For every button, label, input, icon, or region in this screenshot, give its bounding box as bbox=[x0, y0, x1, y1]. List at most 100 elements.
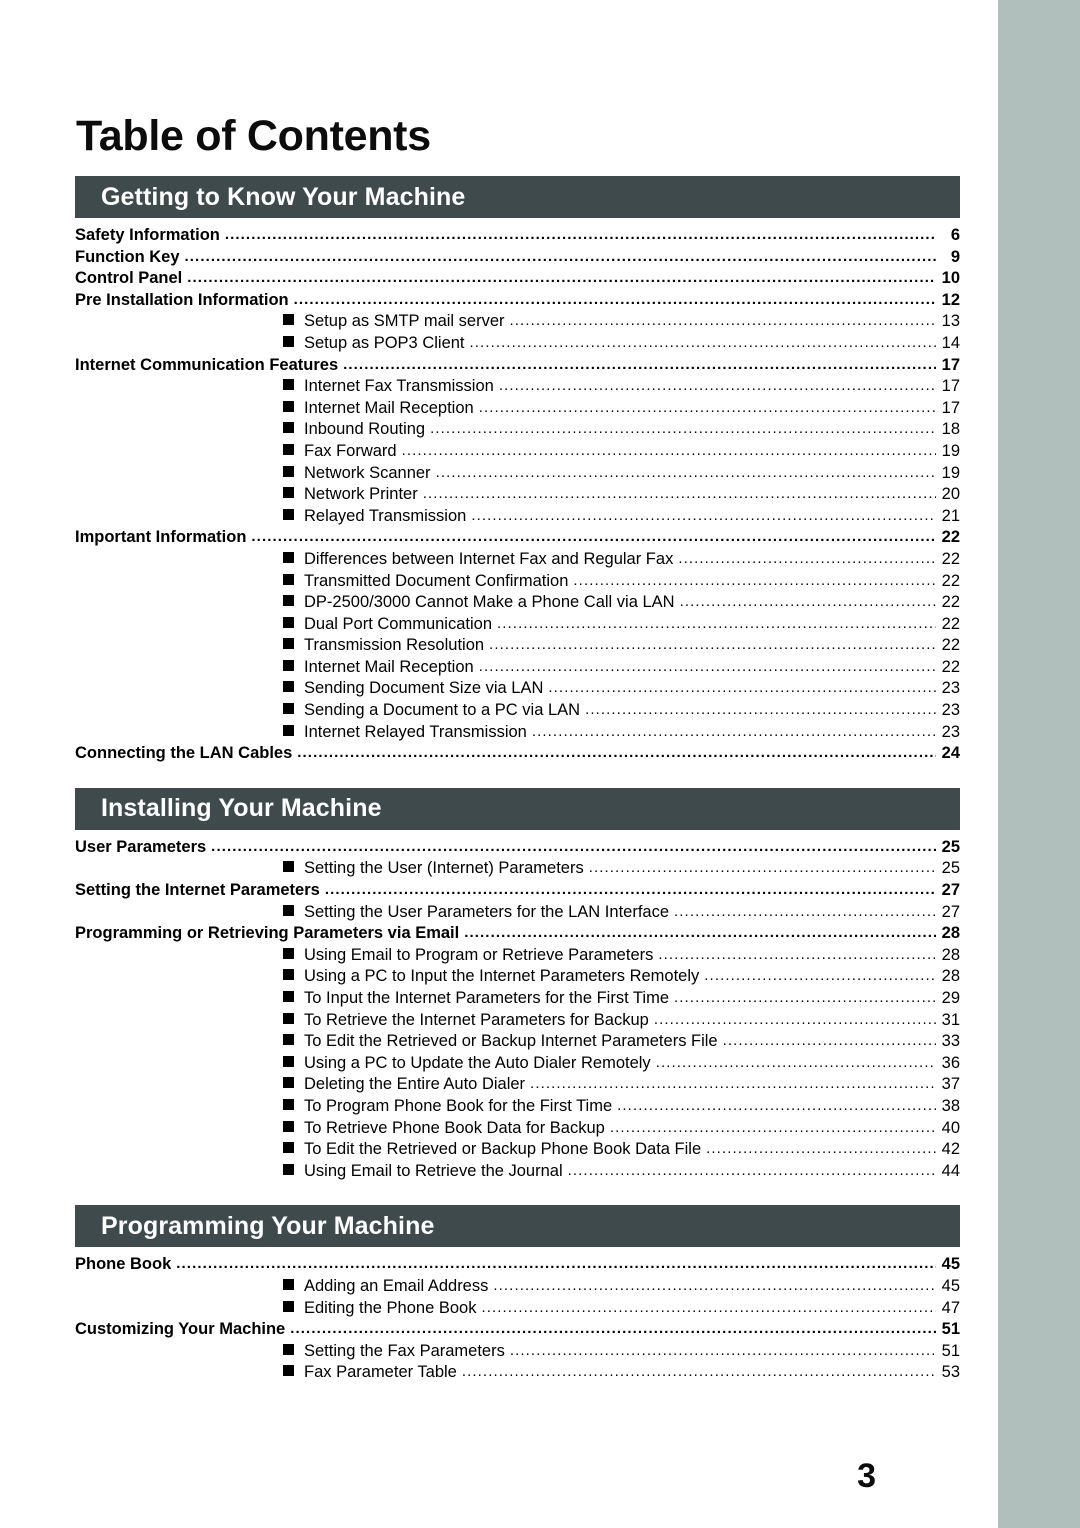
toc-entry[interactable]: Deleting the Entire Auto Dialer 37 bbox=[0, 1075, 998, 1097]
toc-entry-label: Fax Parameter Table bbox=[304, 1363, 457, 1382]
toc-entry[interactable]: Transmission Resolution 22 bbox=[0, 636, 998, 658]
toc-entry[interactable]: To Retrieve Phone Book Data for Backup 40 bbox=[0, 1119, 998, 1141]
toc-entry[interactable]: Adding an Email Address 45 bbox=[0, 1277, 998, 1299]
toc-entry-page-number: 10 bbox=[941, 269, 960, 288]
toc-entry[interactable]: Important Information 22 bbox=[0, 528, 998, 550]
square-bullet-icon bbox=[283, 1365, 294, 1377]
toc-entry[interactable]: Setting the Internet Parameters 27 bbox=[0, 881, 998, 903]
toc-entry[interactable]: Editing the Phone Book 47 bbox=[0, 1299, 998, 1321]
toc-entry-label: Programming or Retrieving Parameters via… bbox=[75, 924, 460, 943]
toc-entry-label: DP-2500/3000 Cannot Make a Phone Call vi… bbox=[304, 593, 675, 612]
toc-entry-page-number: 9 bbox=[950, 247, 960, 266]
toc-entry-label: Important Information bbox=[75, 528, 247, 547]
toc-entry[interactable]: Setup as POP3 Client 14 bbox=[0, 334, 998, 356]
dot-leader bbox=[723, 1032, 936, 1049]
toc-entry[interactable]: Network Printer 20 bbox=[0, 485, 998, 507]
dot-leader bbox=[479, 658, 936, 675]
dot-leader bbox=[680, 593, 936, 610]
toc-entry[interactable]: Control Panel 10 bbox=[0, 269, 998, 291]
dot-leader bbox=[481, 1299, 936, 1316]
dot-leader bbox=[654, 1011, 936, 1028]
toc-entry-page-number: 45 bbox=[941, 1276, 960, 1295]
toc-entry-label: Safety Information bbox=[75, 226, 220, 244]
toc-entry-page-number: 19 bbox=[941, 463, 960, 482]
dot-leader bbox=[464, 924, 936, 941]
toc-entry[interactable]: Pre Installation Information 12 bbox=[0, 291, 998, 313]
toc-entry-page-number: 28 bbox=[941, 945, 960, 964]
toc-entry-page-number: 22 bbox=[941, 636, 960, 655]
toc-entry[interactable]: Internet Mail Reception 22 bbox=[0, 658, 998, 680]
toc-entry-label: To Input the Internet Parameters for the… bbox=[304, 989, 669, 1007]
square-bullet-icon bbox=[283, 681, 294, 693]
toc-entry[interactable]: Using Email to Program or Retrieve Param… bbox=[0, 946, 998, 968]
section-title: Installing Your Machine bbox=[101, 794, 382, 823]
toc-entry[interactable]: Inbound Routing 18 bbox=[0, 420, 998, 442]
square-bullet-icon bbox=[283, 1300, 294, 1312]
toc-entry[interactable]: Transmitted Document Confirmation 22 bbox=[0, 572, 998, 594]
toc-entry[interactable]: Setup as SMTP mail server 13 bbox=[0, 312, 998, 334]
toc-entry-page-number: 37 bbox=[941, 1075, 960, 1094]
dot-leader bbox=[568, 1162, 936, 1179]
toc-entry[interactable]: To Retrieve the Internet Parameters for … bbox=[0, 1011, 998, 1033]
page-number: 3 bbox=[857, 1457, 876, 1495]
toc-entry[interactable]: Safety Information 6 bbox=[0, 226, 998, 248]
dot-leader bbox=[187, 269, 936, 286]
toc-entry[interactable]: DP-2500/3000 Cannot Make a Phone Call vi… bbox=[0, 593, 998, 615]
toc-entry[interactable]: Fax Forward 19 bbox=[0, 442, 998, 464]
toc-entry-page-number: 23 bbox=[941, 679, 960, 698]
toc-entry[interactable]: Programming or Retrieving Parameters via… bbox=[0, 924, 998, 946]
toc-entry[interactable]: Phone Book 45 bbox=[0, 1255, 998, 1277]
toc-entry-label: Phone Book bbox=[75, 1255, 172, 1274]
square-bullet-icon bbox=[283, 904, 294, 916]
toc-entry[interactable]: User Parameters 25 bbox=[0, 838, 998, 860]
toc-entry[interactable]: Internet Fax Transmission 17 bbox=[0, 377, 998, 399]
toc-entry-label: Deleting the Entire Auto Dialer bbox=[304, 1075, 526, 1094]
dot-leader bbox=[530, 1075, 936, 1092]
toc-entry[interactable]: Relayed Transmission 21 bbox=[0, 507, 998, 529]
toc-entry[interactable]: To Program Phone Book for the First Time… bbox=[0, 1097, 998, 1119]
toc-entry-page-number: 24 bbox=[941, 744, 960, 763]
toc-entry[interactable]: Sending a Document to a PC via LAN 23 bbox=[0, 701, 998, 723]
toc-entry-label: Sending Document Size via LAN bbox=[304, 679, 544, 698]
toc-entry[interactable]: Network Scanner 19 bbox=[0, 464, 998, 486]
toc-entry-page-number: 17 bbox=[941, 398, 960, 417]
toc-entry[interactable]: Customizing Your Machine 51 bbox=[0, 1320, 998, 1342]
dot-leader bbox=[656, 1054, 936, 1071]
toc-entry[interactable]: Internet Mail Reception 17 bbox=[0, 399, 998, 421]
square-bullet-icon bbox=[283, 659, 294, 671]
toc-entry[interactable]: Sending Document Size via LAN 23 bbox=[0, 679, 998, 701]
toc-entry[interactable]: Dual Port Communication 22 bbox=[0, 615, 998, 637]
square-bullet-icon bbox=[283, 1034, 294, 1046]
toc-entry[interactable]: Internet Communication Features 17 bbox=[0, 356, 998, 378]
dot-leader bbox=[430, 420, 936, 437]
toc-entry-label: User Parameters bbox=[75, 837, 207, 856]
toc-entry-label: To Retrieve Phone Book Data for Backup bbox=[304, 1118, 605, 1137]
toc-entry[interactable]: To Edit the Retrieved or Backup Internet… bbox=[0, 1032, 998, 1054]
toc-entry[interactable]: Using Email to Retrieve the Journal 44 bbox=[0, 1162, 998, 1184]
toc-entry[interactable]: Connecting the LAN Cables 24 bbox=[0, 744, 998, 766]
dot-leader bbox=[617, 1097, 936, 1114]
dot-leader bbox=[704, 967, 936, 984]
toc-entry-page-number: 22 bbox=[941, 549, 960, 568]
toc-entry[interactable]: To Input the Internet Parameters for the… bbox=[0, 989, 998, 1011]
toc-entry-label: Customizing Your Machine bbox=[75, 1320, 286, 1339]
toc-entry-page-number: 17 bbox=[941, 355, 960, 374]
toc-entry[interactable]: Internet Relayed Transmission 23 bbox=[0, 723, 998, 745]
toc-entry[interactable]: Function Key 9 bbox=[0, 248, 998, 270]
toc-entry-page-number: 28 bbox=[941, 967, 960, 986]
toc-entry[interactable]: Setting the Fax Parameters 51 bbox=[0, 1342, 998, 1364]
toc-section: Getting to Know Your Machine Safety Infor… bbox=[0, 176, 998, 766]
dot-leader bbox=[423, 485, 936, 502]
toc-entry[interactable]: Using a PC to Input the Internet Paramet… bbox=[0, 967, 998, 989]
toc-entry-page-number: 22 bbox=[941, 614, 960, 633]
dot-leader bbox=[589, 859, 936, 876]
square-bullet-icon bbox=[283, 1120, 294, 1132]
toc-entry[interactable]: Fax Parameter Table 53 bbox=[0, 1363, 998, 1385]
toc-entry[interactable]: Using a PC to Update the Auto Dialer Rem… bbox=[0, 1054, 998, 1076]
toc-entry[interactable]: Differences between Internet Fax and Reg… bbox=[0, 550, 998, 572]
toc-entry[interactable]: To Edit the Retrieved or Backup Phone Bo… bbox=[0, 1140, 998, 1162]
toc-entry-page-number: 42 bbox=[941, 1140, 960, 1159]
toc-entry-page-number: 12 bbox=[941, 290, 960, 309]
toc-entry[interactable]: Setting the User (Internet) Parameters 25 bbox=[0, 859, 998, 881]
toc-entry[interactable]: Setting the User Parameters for the LAN … bbox=[0, 903, 998, 925]
